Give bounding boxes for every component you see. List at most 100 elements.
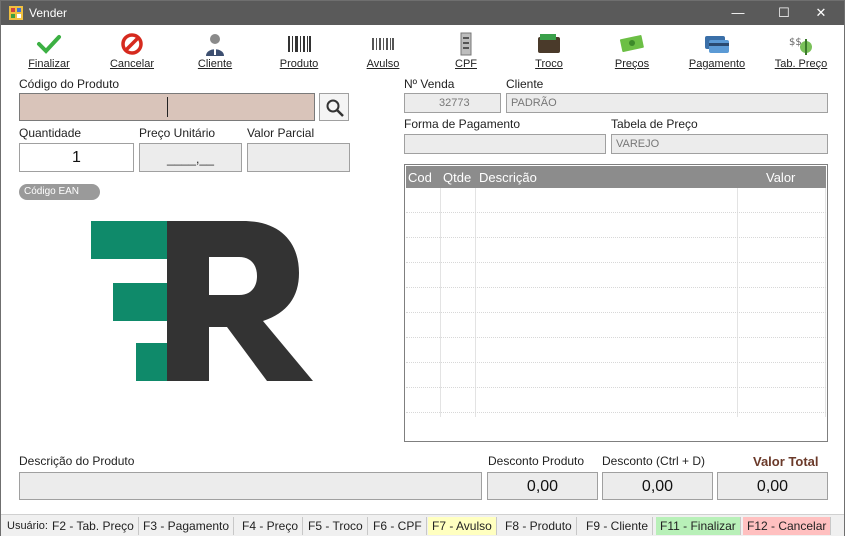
tab-preco-label: Tab. Preço — [774, 58, 828, 70]
barcode-icon — [288, 36, 311, 52]
tab-preco-button[interactable]: $$ Tab. Preço — [771, 27, 831, 73]
col-cod[interactable]: Cod — [408, 170, 432, 185]
cancel-icon — [121, 33, 143, 55]
desconto-field[interactable]: 0,00 — [602, 472, 713, 500]
precos-button[interactable]: Preços — [604, 27, 660, 73]
shortcut-f3[interactable]: F3 - Pagamento — [139, 517, 235, 535]
codigo-ean-label: Código EAN — [24, 186, 80, 197]
grid-row-divider — [406, 212, 826, 213]
shortcut-f2[interactable]: F2 - Tab. Preço — [48, 517, 139, 535]
grid-col-divider — [475, 188, 476, 417]
desconto-produto-value: 0,00 — [526, 478, 559, 495]
text-cursor — [167, 97, 168, 117]
cpf-button[interactable]: CPF — [438, 27, 494, 73]
valor-total-label: Valor Total — [753, 454, 819, 469]
shortcut-f11[interactable]: F11 - Finalizar — [656, 517, 741, 535]
price-table-icon: $$ — [789, 37, 812, 55]
search-icon — [326, 99, 344, 117]
shortcut-f9[interactable]: F9 - Cliente — [582, 517, 654, 535]
cliente-field: PADRÃO — [506, 93, 828, 113]
money-icon — [619, 35, 644, 52]
troco-button[interactable]: Troco — [521, 27, 577, 73]
search-button[interactable] — [319, 93, 349, 121]
credit-card-icon — [705, 36, 729, 53]
quantidade-input[interactable]: 1 — [19, 143, 134, 172]
grid-row-divider — [406, 237, 826, 238]
codigo-produto-label: Código do Produto — [19, 77, 120, 91]
minimize-button[interactable]: — — [715, 1, 761, 25]
tabela-preco-value: VAREJO — [616, 138, 660, 150]
codigo-ean-toggle[interactable]: Código EAN — [19, 184, 100, 200]
check-icon — [37, 35, 61, 54]
grid-row-divider — [406, 287, 826, 288]
svg-text:$$: $$ — [789, 37, 802, 48]
user-icon — [206, 34, 224, 56]
items-grid[interactable]: Cod Qtde Descrição Valor — [404, 164, 828, 442]
barcode-alt-icon — [372, 38, 394, 50]
grid-col-divider — [825, 188, 826, 417]
finalizar-label: Finalizar — [28, 58, 70, 70]
shortcut-f12[interactable]: F12 - Cancelar — [743, 517, 832, 535]
grid-row-divider — [406, 312, 826, 313]
finalizar-button[interactable]: Finalizar — [19, 27, 79, 73]
numero-venda-field: 32773 — [404, 93, 501, 113]
grid-row-divider — [406, 337, 826, 338]
desconto-value: 0,00 — [641, 478, 674, 495]
shortcut-f7[interactable]: F7 - Avulso — [428, 517, 497, 535]
descricao-produto-field — [19, 472, 482, 500]
cliente-label: Cliente — [197, 58, 233, 70]
preco-unitario-input[interactable]: ____,__ — [139, 143, 242, 172]
preco-unitario-value: ____,__ — [167, 151, 214, 166]
window-title: Vender — [29, 6, 68, 20]
descricao-produto-label: Descrição do Produto — [19, 454, 135, 468]
cancelar-button[interactable]: Cancelar — [102, 27, 162, 73]
cliente-label: Cliente — [506, 77, 544, 91]
preco-unitario-label: Preço Unitário — [139, 126, 216, 140]
vender-window: Vender — ☐ ✕ Finalizar Cancelar Cliente … — [0, 0, 845, 536]
grid-row-divider — [406, 262, 826, 263]
troco-label: Troco — [535, 58, 563, 70]
pagamento-label: Pagamento — [688, 58, 746, 70]
desconto-label: Desconto (Ctrl + D) — [602, 454, 706, 468]
company-logo — [91, 221, 313, 381]
shortcut-f6[interactable]: F6 - CPF — [369, 517, 427, 535]
wallet-icon — [538, 34, 560, 53]
shortcut-f5[interactable]: F5 - Troco — [304, 517, 368, 535]
numero-venda-value: 32773 — [439, 97, 470, 109]
avulso-button[interactable]: Avulso — [355, 27, 411, 73]
grid-row-divider — [406, 412, 826, 413]
forma-pagamento-label: Forma de Pagamento — [404, 117, 521, 131]
toolbar: Finalizar Cancelar Cliente Produto Avuls… — [1, 25, 844, 73]
col-qtde[interactable]: Qtde — [443, 170, 471, 185]
valor-parcial-input — [247, 143, 350, 172]
col-descricao[interactable]: Descrição — [479, 170, 537, 185]
grid-header: Cod Qtde Descrição Valor — [406, 166, 826, 188]
col-valor[interactable]: Valor — [766, 170, 795, 185]
tabela-preco-field: VAREJO — [611, 134, 828, 154]
pagamento-button[interactable]: Pagamento — [687, 27, 747, 73]
grid-col-divider — [737, 188, 738, 417]
forma-pagamento-field — [404, 134, 606, 154]
grid-col-divider — [440, 188, 441, 417]
valor-parcial-label: Valor Parcial — [247, 126, 315, 140]
shortcut-f8[interactable]: F8 - Produto — [501, 517, 577, 535]
cancelar-label: Cancelar — [109, 58, 155, 70]
usuario-label: Usuário: — [7, 520, 48, 532]
codigo-produto-input[interactable] — [19, 93, 315, 121]
desconto-produto-field[interactable]: 0,00 — [487, 472, 598, 500]
quantidade-value: 1 — [72, 149, 81, 166]
precos-label: Preços — [614, 58, 650, 70]
valor-total-value: 0,00 — [756, 478, 789, 495]
title-bar: Vender — ☐ ✕ — [1, 1, 844, 25]
cliente-button[interactable]: Cliente — [187, 27, 243, 73]
quantidade-label: Quantidade — [19, 126, 82, 140]
produto-label: Produto — [279, 58, 319, 70]
app-icon — [9, 6, 23, 20]
produto-button[interactable]: Produto — [271, 27, 327, 73]
status-bar: Usuário: F2 - Tab. Preço F3 - Pagamento … — [1, 514, 844, 536]
numero-venda-label: Nº Venda — [404, 77, 455, 91]
tabela-preco-label: Tabela de Preço — [611, 117, 698, 131]
shortcut-f4[interactable]: F4 - Preço — [238, 517, 304, 535]
close-button[interactable]: ✕ — [798, 1, 844, 25]
cliente-value: PADRÃO — [511, 97, 557, 109]
